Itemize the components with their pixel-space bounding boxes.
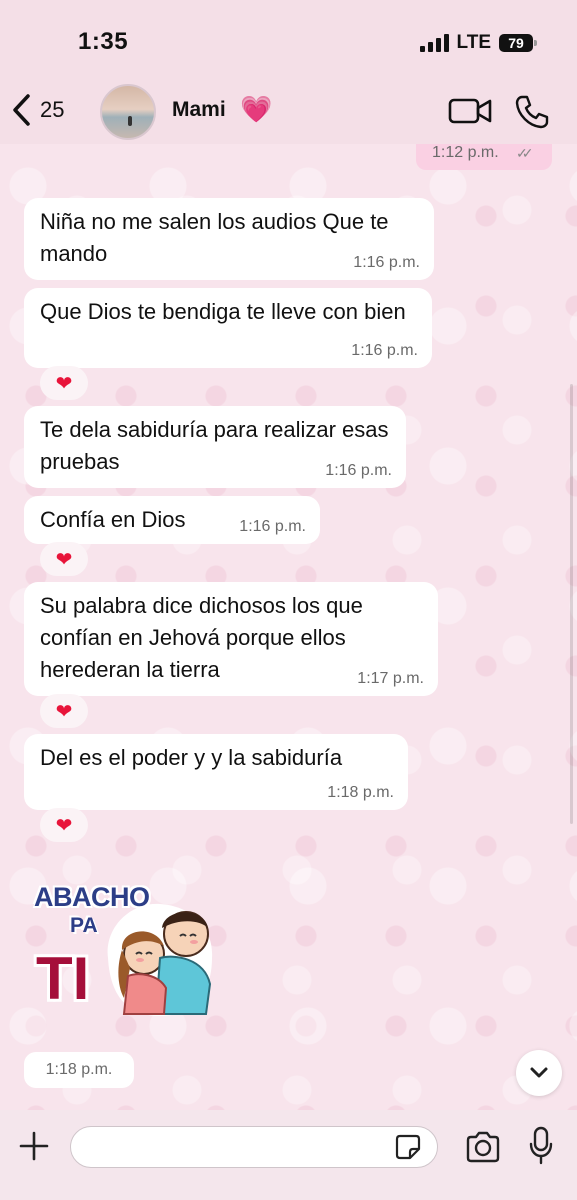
message-time: 1:16 p.m. [239,518,306,535]
heart-icon: ❤ [55,548,73,571]
signal-icon [419,34,449,52]
message-bubble[interactable]: Niña no me salen los audios Que te mando… [24,198,434,280]
message-text: Que Dios te bendiga te lleve con bien [40,299,406,324]
message-text: Del es el poder y y la sabiduría [40,745,343,770]
status-indicators: LTE 79 [419,32,537,54]
battery-icon: 79 [499,34,537,52]
sticker-text: TI [36,945,90,1012]
chat-header: 25 Mami 💗 [0,80,577,144]
message-time: 1:16 p.m. [325,462,392,479]
sticker-icon[interactable] [394,1133,422,1161]
scroll-down-button[interactable] [516,1050,562,1096]
status-time: 1:35 [78,28,129,55]
sticker-text: ABACHO [34,882,150,912]
phone-icon[interactable] [514,94,550,130]
video-camera-icon[interactable] [448,96,492,126]
composer-bar [0,1110,577,1200]
reaction-badge[interactable]: ❤ [40,808,88,842]
outgoing-message[interactable]: 1:12 p.m. ✓✓ [416,144,552,170]
message-input[interactable] [70,1126,438,1168]
chevron-left-icon [13,94,30,126]
couple-sticker-image [107,903,213,1016]
status-bar: 1:35 LTE 79 [0,0,577,80]
message-bubble[interactable]: Su palabra dice dichosos los que confían… [24,582,438,696]
sticker-text: PA [70,914,98,937]
avatar[interactable] [100,84,156,140]
heart-icon: ❤ [55,700,73,723]
sticker-message[interactable]: ABACHO PA TI [30,876,216,1024]
microphone-icon[interactable] [528,1126,554,1166]
chat-area[interactable]: 1:12 p.m. ✓✓ Niña no me salen los audios… [0,144,577,1110]
contact-name[interactable]: Mami [172,98,226,122]
chevron-down-icon [530,1067,548,1078]
reaction-badge[interactable]: ❤ [40,366,88,400]
network-type: LTE [456,32,491,53]
reaction-badge[interactable]: ❤ [40,694,88,728]
message-time: 1:16 p.m. [353,254,420,271]
message-bubble[interactable]: Confía en Dios 1:16 p.m. [24,496,320,544]
heart-icon: ❤ [55,814,73,837]
sticker-time: 1:18 p.m. [24,1052,134,1088]
heart-icon: ❤ [55,372,73,395]
message-time: 1:12 p.m. [432,144,499,161]
message-time: 1:17 p.m. [357,670,424,687]
message-bubble[interactable]: Del es el poder y y la sabiduría 1:18 p.… [24,734,408,810]
message-time: 1:16 p.m. [351,342,418,359]
contact-emoji: 💗 [240,94,273,124]
back-button[interactable]: 25 [10,92,64,128]
plus-icon[interactable] [16,1128,52,1164]
message-bubble[interactable]: Te dela sabiduría para realizar esas pru… [24,406,406,488]
read-ticks-icon: ✓✓ [516,145,534,161]
message-bubble[interactable]: Que Dios te bendiga te lleve con bien 1:… [24,288,432,368]
reaction-badge[interactable]: ❤ [40,542,88,576]
message-time: 1:18 p.m. [327,784,394,801]
scrollbar[interactable] [570,384,573,824]
camera-icon[interactable] [464,1130,502,1164]
unread-count: 25 [40,97,65,122]
